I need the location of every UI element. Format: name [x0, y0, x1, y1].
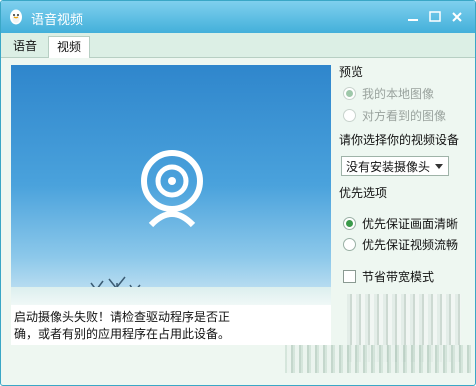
device-prompt: 请你选择你的视频设备 — [339, 133, 460, 147]
minimize-icon[interactable] — [405, 9, 421, 25]
radio-icon — [343, 217, 356, 230]
priority-heading: 优先选项 — [339, 186, 388, 200]
error-line-2: 确，或者有别的应用程序在占用此设备。 — [14, 327, 231, 341]
video-preview — [11, 65, 331, 305]
radio-icon — [343, 87, 356, 100]
error-line-1: 启动摄像头失败！请检查驱动程序是否正 — [14, 310, 231, 324]
qq-penguin-icon — [10, 9, 22, 25]
radio-local-image[interactable]: 我的本地图像 — [343, 86, 434, 102]
blurred-status-strip — [285, 345, 471, 373]
radio-clarity[interactable]: 优先保证画面清晰 — [343, 216, 458, 232]
radio-icon — [343, 238, 356, 251]
radio-remote-image[interactable]: 对方看到的图像 — [343, 108, 446, 124]
maximize-icon[interactable] — [427, 9, 443, 25]
chevron-down-icon — [435, 164, 443, 169]
video-device-select[interactable]: 没有安装摄像头 — [341, 156, 449, 176]
tab-voice[interactable]: 语音 — [5, 36, 45, 56]
checkbox-icon — [343, 270, 356, 283]
window-title: 语音视频 — [31, 13, 84, 28]
preview-heading: 预览 — [339, 65, 364, 79]
webcam-icon — [141, 150, 203, 228]
snow-ground — [11, 287, 331, 305]
tab-bar: 语音 视频 — [1, 33, 475, 58]
tab-video[interactable]: 视频 — [48, 36, 91, 58]
voice-video-window: 语音视频 语音 视频 启动摄像头失败！请检查驱动程序是否正 确，或者有别的应用程… — [0, 0, 476, 386]
radio-smooth[interactable]: 优先保证视频流畅 — [343, 237, 458, 253]
camera-error-message: 启动摄像头失败！请检查驱动程序是否正 确，或者有别的应用程序在占用此设备。 — [11, 305, 331, 345]
title-bar[interactable]: 语音视频 — [1, 1, 475, 33]
radio-icon — [343, 109, 356, 122]
checkbox-save-bandwidth[interactable]: 节省带宽模式 — [343, 269, 434, 285]
close-icon[interactable] — [449, 9, 465, 25]
